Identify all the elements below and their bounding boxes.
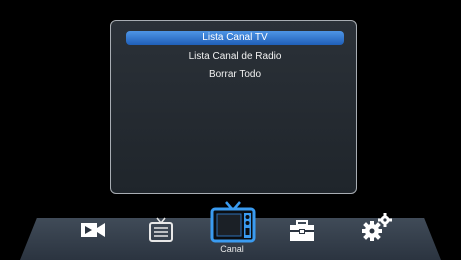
toolbox-icon[interactable]	[288, 220, 316, 242]
gears-icon[interactable]	[360, 212, 394, 242]
video-camera-icon[interactable]	[80, 218, 106, 242]
menu-item-delete-all[interactable]: Borrar Todo	[126, 68, 344, 82]
active-category-label: Canal	[220, 244, 244, 254]
tv-channel-icon[interactable]	[210, 201, 256, 243]
channel-menu-panel: Lista Canal TV Lista Canal de Radio Borr…	[110, 20, 357, 194]
stb-menu-screen: Lista Canal TV Lista Canal de Radio Borr…	[0, 0, 461, 260]
menu-item-radio-channel-list[interactable]: Lista Canal de Radio	[126, 50, 344, 64]
menu-item-tv-channel-list[interactable]: Lista Canal TV	[126, 31, 344, 45]
tv-list-icon[interactable]	[147, 217, 175, 243]
